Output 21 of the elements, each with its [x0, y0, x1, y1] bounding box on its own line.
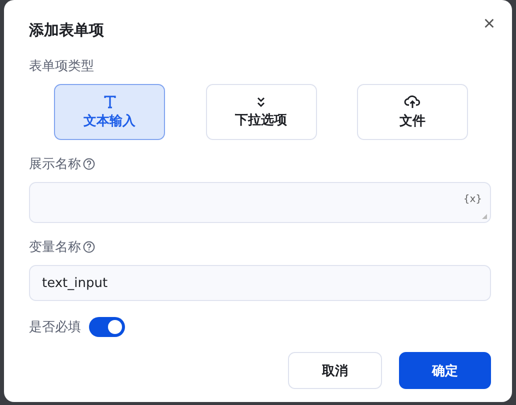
text-icon — [102, 94, 116, 108]
help-icon — [83, 241, 95, 253]
help-icon — [83, 158, 95, 170]
variable-name-field[interactable]: text_input — [29, 265, 491, 301]
cancel-button[interactable]: 取消 — [288, 352, 382, 389]
required-toggle[interactable] — [89, 317, 125, 337]
double-chevron-down-icon — [255, 96, 267, 108]
type-option[interactable]: 文本输入 — [54, 84, 165, 140]
field-label: 表单项类型 — [29, 58, 94, 75]
field-label: 变量名称 — [29, 239, 81, 256]
cloud-upload-icon — [404, 94, 421, 109]
close-button[interactable]: × — [479, 14, 499, 34]
type-option[interactable]: 文件 — [357, 84, 468, 140]
type-option[interactable]: 下拉选项 — [206, 84, 316, 140]
dialog-title: 添加表单项 — [29, 20, 104, 41]
field-label: 是否必填 — [29, 319, 81, 336]
display-name-field[interactable]: {x} — [29, 182, 491, 223]
resize-grip-icon[interactable] — [482, 214, 487, 219]
confirm-button[interactable]: 确定 — [399, 352, 491, 389]
variable-token[interactable]: {x} — [463, 194, 482, 205]
field-label: 展示名称 — [29, 156, 81, 173]
